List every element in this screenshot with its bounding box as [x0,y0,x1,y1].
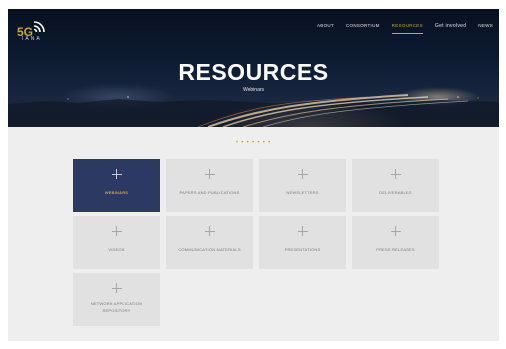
plus-icon [111,283,122,293]
tile-label: COMMUNICATION MATERIALS [178,247,241,252]
plus-icon [297,226,308,236]
section-divider: • • • • • • • [235,140,272,146]
tile-label: DELIVERABLES [379,190,412,195]
nav-item-resources[interactable]: RESOURCES [386,22,429,34]
tile-newsletters[interactable]: NEWSLETTERS [259,159,346,212]
logo-text: IANA [22,36,42,42]
tile-label: VIDEOS [108,247,125,252]
tile-label: PAPERS AND PUBLICATIONS [179,190,240,195]
tile-presentations[interactable]: PRESENTATIONS [259,216,346,269]
hero-banner: 5G IANA ABOUT CONSORTIUM RESOURCES Get i… [8,9,499,127]
tile-label: NETWORK APPLICATION REPOSITORY [90,301,143,313]
tile-network-application-repository[interactable]: NETWORK APPLICATION REPOSITORY [73,273,160,326]
nav-item-consortium[interactable]: CONSORTIUM [340,22,386,32]
plus-icon [390,226,401,236]
tile-label: PRESS RELEASES [376,247,415,252]
page-subtitle: Webinars [242,87,265,93]
nav-item-news[interactable]: NEWS [472,22,499,32]
tile-label: PRESENTATIONS [284,247,321,252]
page-title: RESOURCES [178,59,329,85]
plus-icon [297,169,308,179]
plus-icon [111,226,122,236]
tile-deliverables[interactable]: DELIVERABLES [352,159,439,212]
tile-press-releases[interactable]: PRESS RELEASES [352,216,439,269]
tile-videos[interactable]: VIDEOS [73,216,160,269]
plus-icon [204,226,215,236]
tile-label: NEWSLETTERS [286,190,319,195]
plus-icon [111,169,122,179]
main-nav: ABOUT CONSORTIUM RESOURCES Get involved … [311,22,499,34]
tile-label: WEBINARS [104,190,129,195]
tile-communication-materials[interactable]: COMMUNICATION MATERIALS [166,216,253,269]
nav-item-about[interactable]: ABOUT [311,22,340,32]
page-frame: 5G IANA ABOUT CONSORTIUM RESOURCES Get i… [8,9,499,341]
nav-item-get-involved[interactable]: Get involved [429,22,472,32]
tile-papers-and-publications[interactable]: PAPERS AND PUBLICATIONS [166,159,253,212]
plus-icon [204,169,215,179]
tile-webinars[interactable]: WEBINARS [73,159,160,212]
resource-grid: WEBINARS PAPERS AND PUBLICATIONS NEWSLET… [73,159,443,329]
plus-icon [390,169,401,179]
